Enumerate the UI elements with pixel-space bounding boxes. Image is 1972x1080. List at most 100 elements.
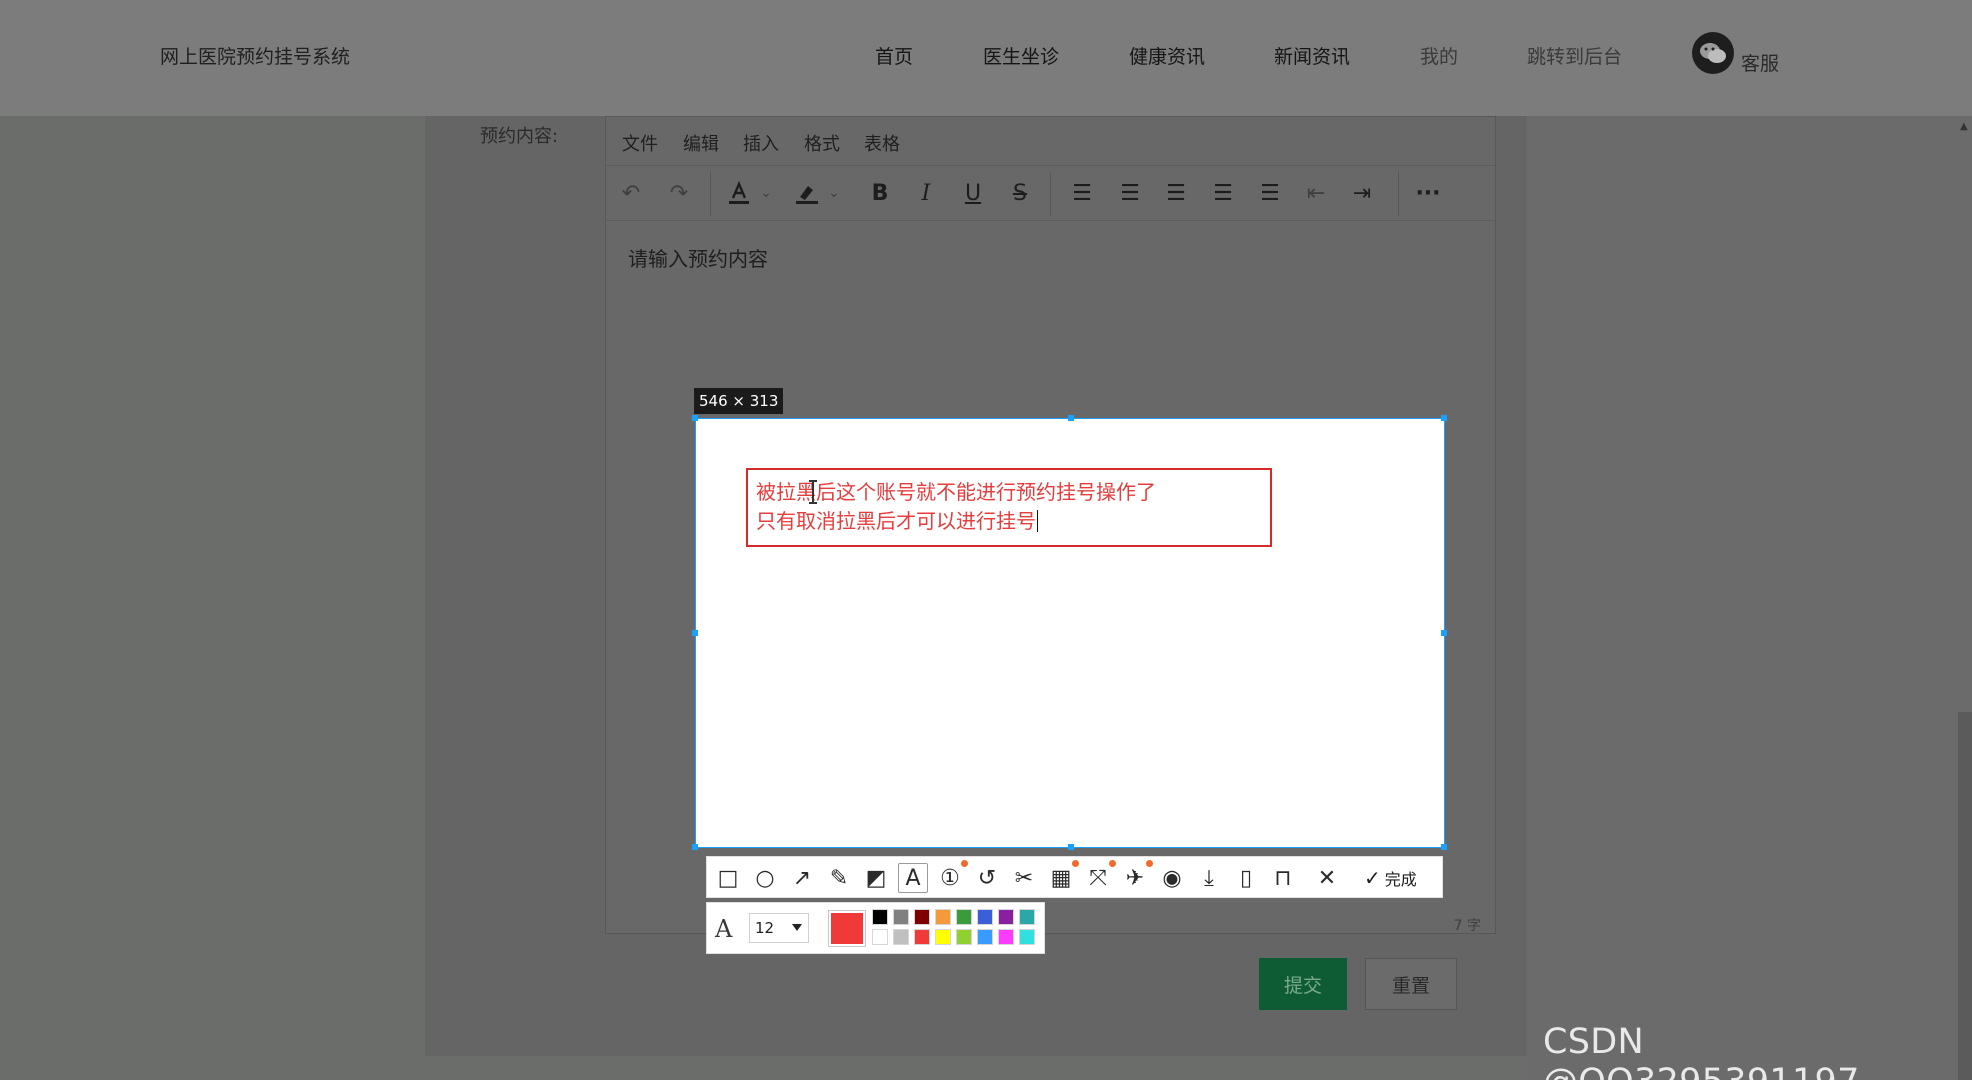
site-title: 网上医院预约挂号系统: [160, 46, 351, 68]
menu-insert[interactable]: 插入: [743, 130, 779, 156]
highlight-color-icon[interactable]: [792, 178, 822, 208]
word-count: 7 字: [1453, 918, 1481, 934]
text-color-icon[interactable]: [724, 178, 754, 208]
customer-service-link[interactable]: 客服: [1741, 49, 1779, 76]
text-tool-icon[interactable]: A: [898, 863, 928, 893]
color-swatch[interactable]: [998, 909, 1014, 925]
new-feature-dot: [1109, 860, 1116, 867]
font-icon: A: [715, 915, 733, 943]
bold-icon[interactable]: B: [865, 178, 895, 208]
new-feature-dot: [961, 860, 968, 867]
scroll-up-arrow-icon[interactable]: ▲: [1960, 121, 1968, 132]
undo-annotation-icon[interactable]: ↺: [972, 863, 1002, 893]
italic-icon[interactable]: I: [911, 178, 941, 208]
site-header: 网上医院预约挂号系统 首页 医生坐诊 健康资讯 新闻资讯 我的 跳转到后台 客服: [0, 0, 1972, 116]
done-button[interactable]: ✓ 完成: [1364, 865, 1417, 891]
color-swatch[interactable]: [1019, 909, 1035, 925]
text-caret: [1037, 510, 1038, 532]
mosaic-tool-icon[interactable]: ◩: [861, 863, 891, 893]
current-color-swatch[interactable]: [828, 910, 866, 947]
text-color-dropdown-icon[interactable]: ⌄: [751, 178, 781, 208]
bookmark-icon[interactable]: ⊓: [1268, 863, 1298, 893]
align-justify-icon[interactable]: ☰: [1255, 178, 1285, 208]
editor-placeholder[interactable]: 请输入预约内容: [628, 243, 768, 272]
record-icon[interactable]: ◉: [1157, 863, 1187, 893]
highlight-dropdown-icon[interactable]: ⌄: [819, 178, 849, 208]
ellipse-tool-icon[interactable]: ○: [750, 863, 780, 893]
screen-recording-icon[interactable]: ⤧: [1083, 863, 1113, 893]
menu-format[interactable]: 格式: [804, 130, 840, 156]
line-height-icon[interactable]: ☰: [1067, 178, 1097, 208]
send-to-phone-icon[interactable]: ▯: [1231, 863, 1261, 893]
annotation-text[interactable]: 被拉黑后这个账号就不能进行预约挂号操作了 只有取消拉黑后才可以进行挂号: [756, 478, 1156, 536]
appointment-content-label: 预约内容:: [480, 126, 559, 147]
color-swatch[interactable]: [998, 929, 1014, 945]
color-swatch[interactable]: [935, 929, 951, 945]
menu-table[interactable]: 表格: [864, 130, 900, 156]
nav-mine[interactable]: 我的: [1420, 42, 1458, 69]
nav-news[interactable]: 新闻资讯: [1274, 42, 1350, 69]
ibeam-cursor-icon: [809, 480, 817, 504]
undo-icon[interactable]: ↶: [616, 178, 646, 208]
color-swatch[interactable]: [956, 929, 972, 945]
submit-button[interactable]: 提交: [1259, 958, 1347, 1010]
color-swatch[interactable]: [893, 909, 909, 925]
pen-tool-icon[interactable]: ✎: [824, 863, 854, 893]
color-swatch[interactable]: [977, 929, 993, 945]
nav-health-info[interactable]: 健康资讯: [1129, 42, 1205, 69]
current-color-fill: [831, 913, 863, 944]
align-left-icon[interactable]: ☰: [1115, 178, 1145, 208]
nav-doctor-clinic[interactable]: 医生坐诊: [983, 42, 1059, 69]
pin-to-screen-icon[interactable]: ✈: [1120, 863, 1150, 893]
text-annotation-box[interactable]: 被拉黑后这个账号就不能进行预约挂号操作了 只有取消拉黑后才可以进行挂号: [746, 468, 1272, 547]
number-marker-tool-icon[interactable]: ①: [935, 863, 965, 893]
more-icon[interactable]: ···: [1413, 178, 1443, 208]
color-swatch[interactable]: [977, 909, 993, 925]
color-swatch[interactable]: [914, 929, 930, 945]
underline-icon[interactable]: U: [958, 178, 988, 208]
indent-icon[interactable]: ⇥: [1347, 178, 1377, 208]
nav-backend[interactable]: 跳转到后台: [1527, 42, 1622, 69]
align-right-icon[interactable]: ☰: [1208, 178, 1238, 208]
color-swatch[interactable]: [935, 909, 951, 925]
menu-edit[interactable]: 编辑: [683, 130, 719, 156]
color-swatch[interactable]: [1019, 929, 1035, 945]
color-swatch[interactable]: [956, 909, 972, 925]
capture-region[interactable]: 被拉黑后这个账号就不能进行预约挂号操作了 只有取消拉黑后才可以进行挂号: [692, 415, 1447, 850]
text-recognition-icon[interactable]: ▦: [1046, 863, 1076, 893]
rectangle-tool-icon[interactable]: □: [713, 863, 743, 893]
check-icon: ✓: [1364, 866, 1381, 890]
wechat-icon[interactable]: [1692, 32, 1734, 74]
nav-home[interactable]: 首页: [875, 42, 913, 69]
menu-file[interactable]: 文件: [622, 130, 658, 156]
annotation-line-1: 被拉黑后这个账号就不能进行预约挂号操作了: [756, 480, 1156, 504]
new-feature-dot: [1072, 860, 1079, 867]
color-swatch[interactable]: [914, 909, 930, 925]
resize-handle-bottom-right[interactable]: [1441, 844, 1447, 850]
resize-handle-top-right[interactable]: [1441, 415, 1447, 421]
capture-size-label: 546 × 313: [694, 388, 784, 414]
long-screenshot-icon[interactable]: ✂: [1009, 863, 1039, 893]
toolbar-separator: [1398, 172, 1399, 216]
resize-handle-left[interactable]: [692, 630, 698, 636]
redo-icon[interactable]: ↷: [664, 178, 694, 208]
strikethrough-icon[interactable]: S: [1005, 178, 1035, 208]
resize-handle-bottom-left[interactable]: [692, 844, 698, 850]
font-size-select[interactable]: 12: [749, 913, 809, 943]
toolbar-separator: [710, 172, 711, 216]
font-size-value: 12: [755, 919, 775, 937]
cancel-close-icon[interactable]: ✕: [1312, 863, 1342, 893]
reset-button[interactable]: 重置: [1365, 958, 1457, 1010]
arrow-tool-icon[interactable]: ↗: [787, 863, 817, 893]
color-swatch[interactable]: [872, 909, 888, 925]
color-swatch[interactable]: [872, 929, 888, 945]
resize-handle-right[interactable]: [1441, 630, 1447, 636]
color-swatch[interactable]: [893, 929, 909, 945]
resize-handle-bottom[interactable]: [1068, 844, 1074, 850]
outdent-icon[interactable]: ⇤: [1301, 178, 1331, 208]
align-center-icon[interactable]: ☰: [1161, 178, 1191, 208]
screenshot-toolbar: □ ○ ↗ ✎ ◩ A ① ↺ ✂ ▦ ⤧ ✈ ◉ ⤓ ▯ ⊓ ✕ ✓ 完成: [706, 856, 1443, 898]
download-icon[interactable]: ⤓: [1194, 863, 1224, 893]
resize-handle-top[interactable]: [1068, 415, 1074, 421]
resize-handle-top-left[interactable]: [692, 415, 698, 421]
